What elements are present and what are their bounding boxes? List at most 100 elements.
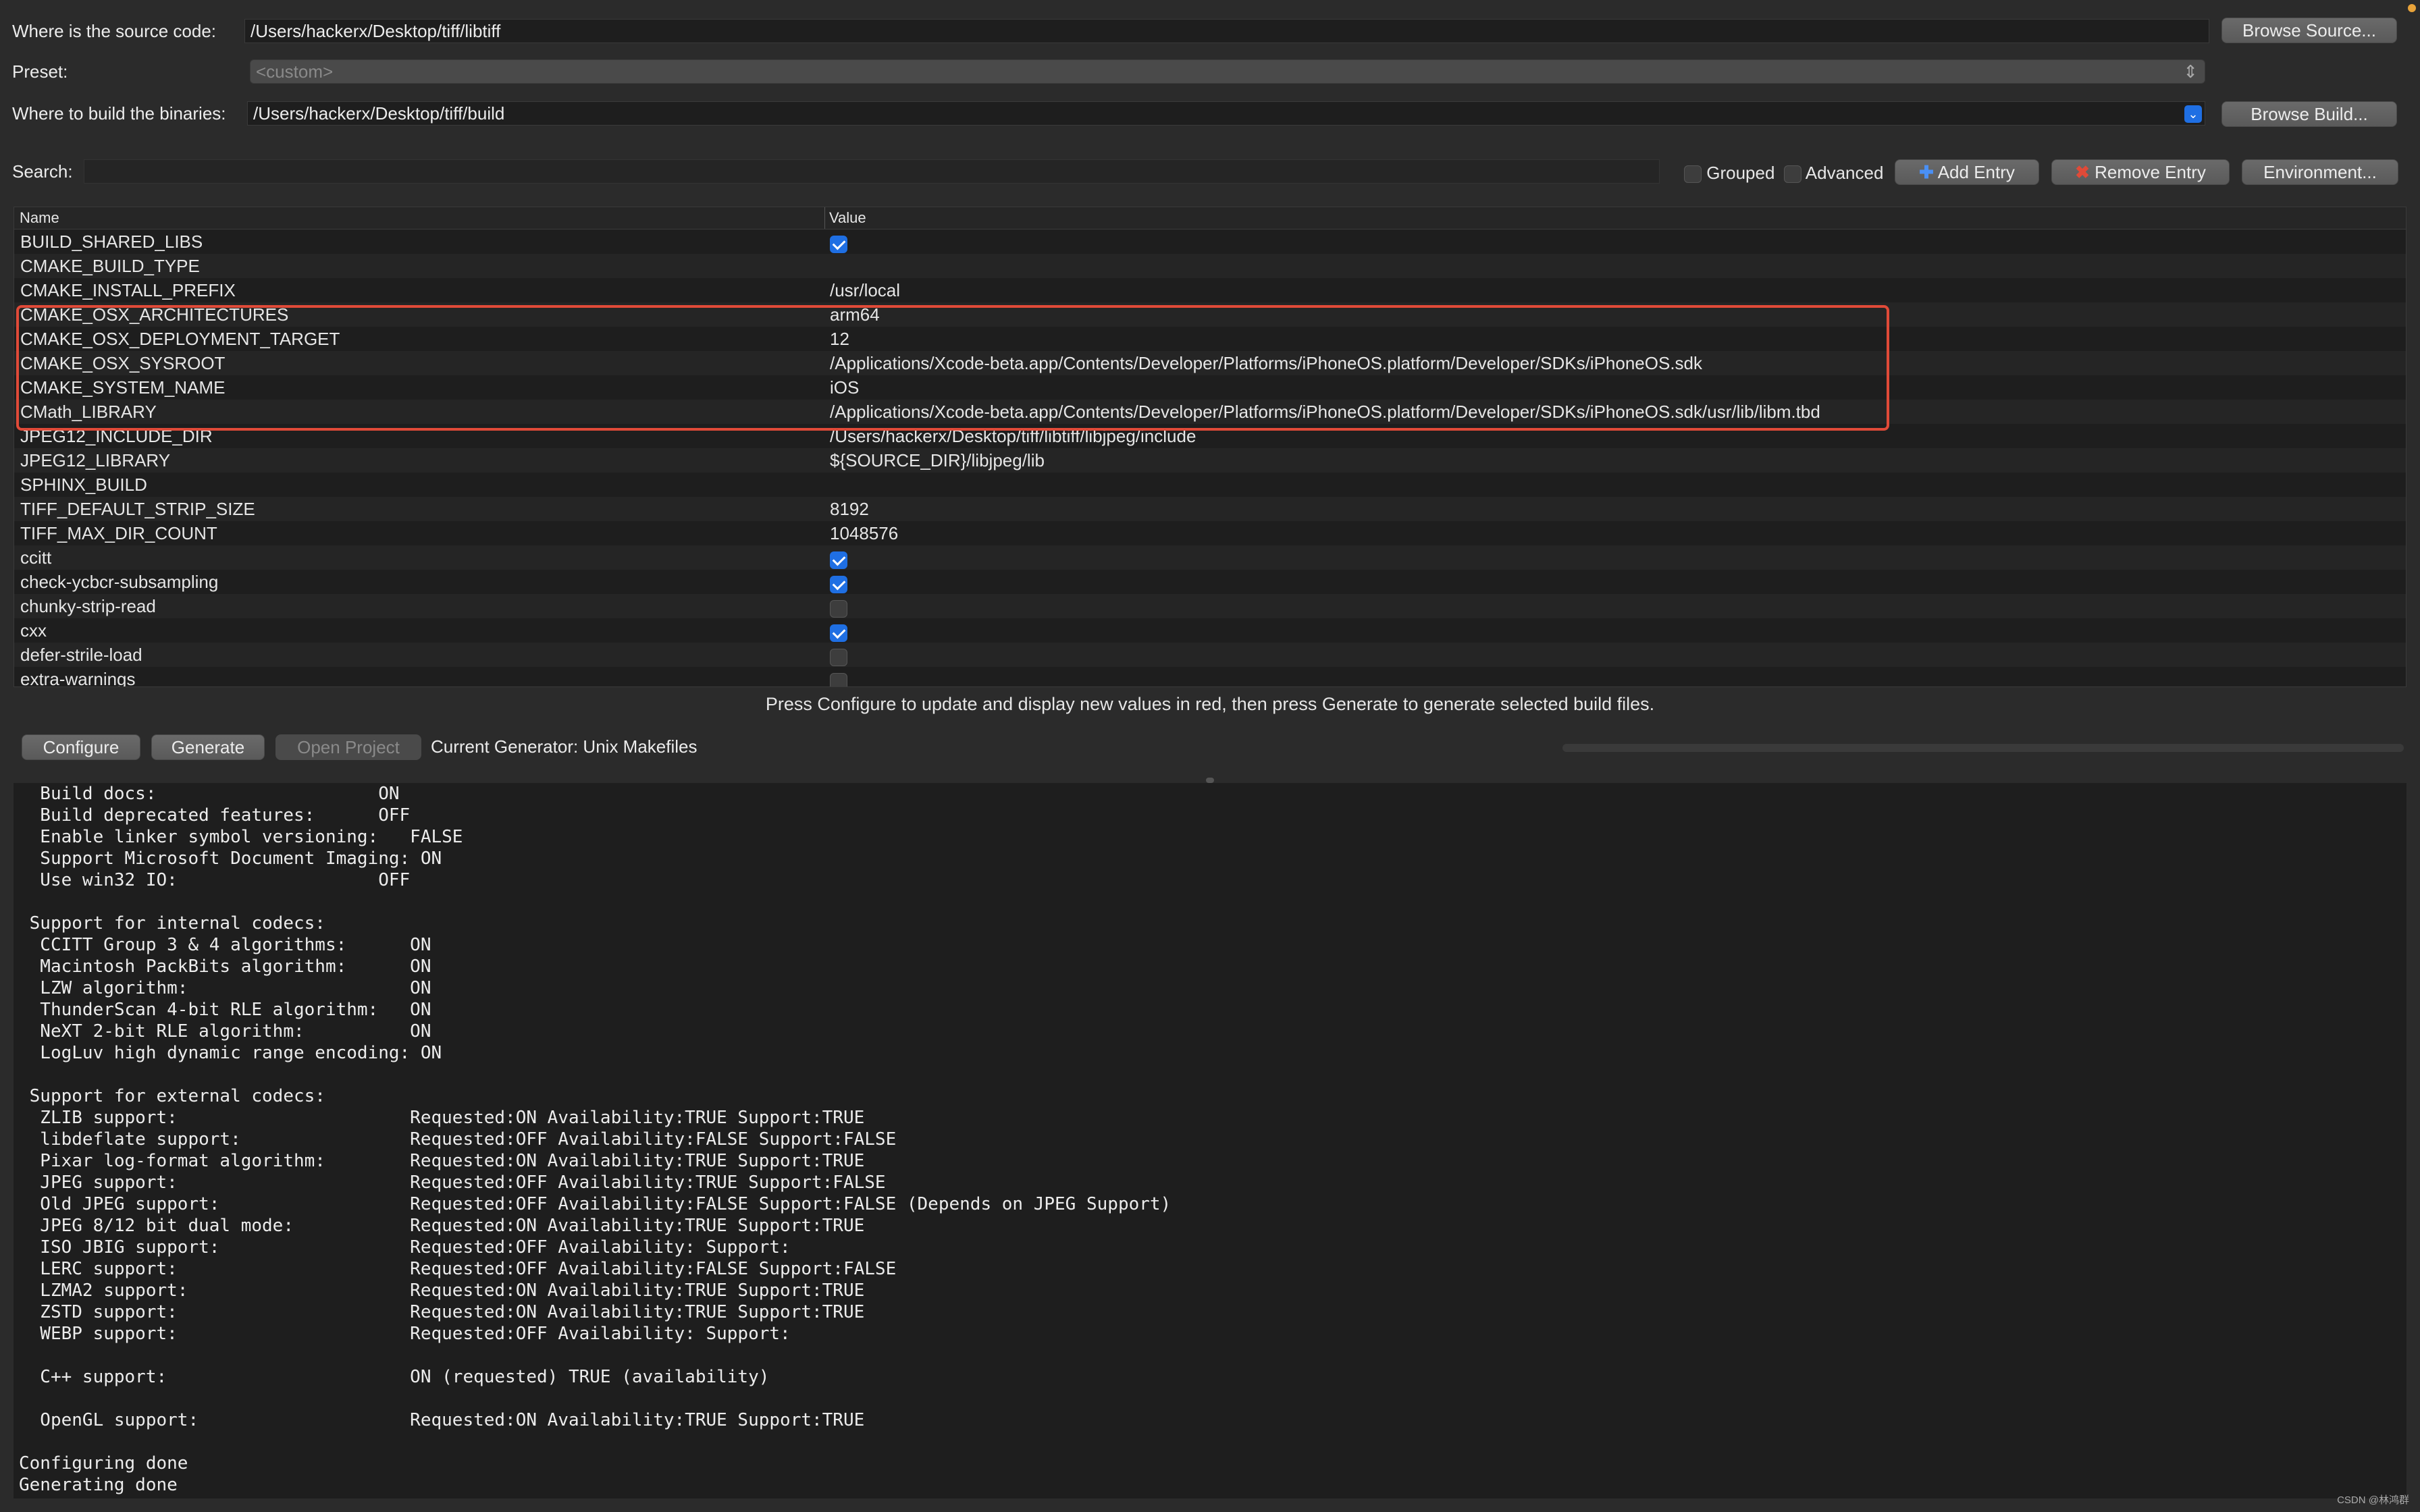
console-line: Use win32 IO: OFF — [19, 870, 411, 890]
chevron-down-icon[interactable]: ⌄ — [2184, 105, 2202, 123]
build-label: Where to build the binaries: — [12, 103, 226, 124]
table-row[interactable]: defer-strile-load — [14, 643, 2406, 667]
entry-checkbox[interactable] — [830, 643, 847, 667]
entry-checkbox[interactable] — [830, 594, 847, 618]
add-entry-button[interactable]: ✚ Add Entry — [1895, 159, 2039, 185]
entry-name: CMAKE_OSX_ARCHITECTURES — [20, 304, 289, 325]
browse-source-button[interactable]: Browse Source... — [2221, 18, 2397, 43]
column-header-name[interactable]: Name — [20, 207, 59, 229]
entry-name: ccitt — [20, 547, 52, 568]
checkbox-checked-icon[interactable] — [830, 551, 847, 570]
browse-build-button[interactable]: Browse Build... — [2221, 101, 2397, 127]
console-line: JPEG support: Requested:OFF Availability… — [19, 1172, 886, 1193]
watermark: CSDN @林鸿群 — [2337, 1494, 2409, 1506]
table-row[interactable]: CMAKE_OSX_DEPLOYMENT_TARGET 12 — [14, 327, 2406, 351]
table-row[interactable]: TIFF_MAX_DIR_COUNT 1048576 — [14, 521, 2406, 545]
console-line: C++ support: ON (requested) TRUE (availa… — [19, 1367, 770, 1387]
console-line: ISO JBIG support: Requested:OFF Availabi… — [19, 1237, 791, 1258]
console-line: Pixar log-format algorithm: Requested:ON… — [19, 1151, 865, 1171]
entry-name: CMath_LIBRARY — [20, 402, 157, 422]
preset-select[interactable]: <custom> ⇕ — [250, 59, 2205, 84]
console-line: LZW algorithm: ON — [19, 978, 431, 998]
entry-checkbox[interactable] — [830, 618, 847, 643]
checkbox-unchecked-icon[interactable] — [830, 600, 847, 618]
table-row[interactable]: check-ycbcr-subsampling — [14, 570, 2406, 594]
progress-bar — [1562, 744, 2404, 752]
checkbox-checked-icon[interactable] — [830, 236, 847, 254]
entry-name: CMAKE_SYSTEM_NAME — [20, 377, 226, 398]
table-row[interactable]: CMath_LIBRARY/Applications/Xcode-beta.ap… — [14, 400, 2406, 424]
source-path-input[interactable]: /Users/hackerx/Desktop/tiff/libtiff — [244, 19, 2209, 43]
search-input[interactable] — [84, 159, 1660, 184]
entry-value[interactable]: arm64 — [830, 302, 880, 327]
entry-checkbox[interactable] — [830, 230, 847, 254]
configure-button[interactable]: Configure — [22, 734, 140, 760]
table-row[interactable]: CMAKE_OSX_ARCHITECTURES arm64 — [14, 302, 2406, 327]
open-project-button[interactable]: Open Project — [275, 734, 421, 760]
remove-entry-label: Remove Entry — [2095, 162, 2206, 182]
checkbox-unchecked-icon[interactable] — [830, 649, 847, 667]
table-row[interactable]: ccitt — [14, 545, 2406, 570]
cache-entries-table[interactable]: Name Value BUILD_SHARED_LIBS CMAKE_BUILD_… — [14, 207, 2406, 687]
console-line: ThunderScan 4-bit RLE algorithm: ON — [19, 1000, 431, 1020]
grouped-checkbox-box[interactable] — [1684, 165, 1702, 184]
entry-value[interactable]: 8192 — [830, 497, 869, 521]
table-row[interactable]: TIFF_DEFAULT_STRIP_SIZE 8192 — [14, 497, 2406, 521]
entry-name: defer-strile-load — [20, 645, 142, 665]
grouped-label: Grouped — [1706, 163, 1775, 183]
splitter-handle[interactable] — [1206, 778, 1214, 783]
table-row[interactable]: CMAKE_BUILD_TYPE — [14, 254, 2406, 278]
entry-value[interactable]: /Users/hackerx/Desktop/tiff/libtiff/libj… — [830, 424, 1196, 448]
build-path-input[interactable]: /Users/hackerx/Desktop/tiff/build ⌄ — [247, 101, 2205, 126]
entry-value[interactable]: 12 — [830, 327, 849, 351]
entry-value[interactable]: /Applications/Xcode-beta.app/Contents/De… — [830, 351, 1702, 375]
advanced-checkbox-box[interactable] — [1784, 165, 1801, 184]
entry-name: CMAKE_OSX_SYSROOT — [20, 353, 226, 373]
entry-checkbox[interactable] — [830, 667, 847, 686]
entry-name: TIFF_DEFAULT_STRIP_SIZE — [20, 499, 255, 519]
column-header-value[interactable]: Value — [824, 207, 866, 229]
entry-value[interactable]: ${SOURCE_DIR}/libjpeg/lib — [830, 448, 1045, 473]
entry-value[interactable]: /Applications/Xcode-beta.app/Contents/De… — [830, 400, 1820, 424]
entry-name: CMAKE_BUILD_TYPE — [20, 256, 200, 276]
console-line: Enable linker symbol versioning: FALSE — [19, 827, 463, 847]
table-row[interactable]: chunky-strip-read — [14, 594, 2406, 618]
checkbox-unchecked-icon[interactable] — [830, 673, 847, 686]
table-row[interactable]: BUILD_SHARED_LIBS — [14, 230, 2406, 254]
table-row[interactable]: CMAKE_SYSTEM_NAME iOS — [14, 375, 2406, 400]
add-entry-label: Add Entry — [1937, 162, 2015, 182]
console-line: Support for external codecs: — [19, 1086, 325, 1106]
plus-icon: ✚ — [1919, 162, 1934, 182]
table-row[interactable]: SPHINX_BUILD — [14, 473, 2406, 497]
output-console[interactable]: Build docs: ON Build deprecated features… — [14, 783, 2406, 1498]
table-row[interactable]: JPEG12_LIBRARY ${SOURCE_DIR}/libjpeg/lib — [14, 448, 2406, 473]
console-line: WEBP support: Requested:OFF Availability… — [19, 1324, 791, 1344]
checkbox-checked-icon[interactable] — [830, 576, 847, 594]
entry-name: SPHINX_BUILD — [20, 475, 147, 495]
environment-button[interactable]: Environment... — [2242, 159, 2398, 185]
entry-value[interactable]: iOS — [830, 375, 859, 400]
entry-checkbox[interactable] — [830, 570, 847, 594]
console-line: libdeflate support: Requested:OFF Availa… — [19, 1129, 897, 1150]
table-row[interactable]: CMAKE_OSX_SYSROOT/Applications/Xcode-bet… — [14, 351, 2406, 375]
entry-checkbox[interactable] — [830, 545, 847, 570]
entry-value[interactable]: 1048576 — [830, 521, 898, 545]
table-row[interactable]: JPEG12_INCLUDE_DIR/Users/hackerx/Desktop… — [14, 424, 2406, 448]
table-row[interactable]: CMAKE_INSTALL_PREFIX/usr/local — [14, 278, 2406, 302]
entry-name: extra-warnings — [20, 669, 136, 687]
entry-name: TIFF_MAX_DIR_COUNT — [20, 523, 217, 543]
grouped-checkbox[interactable]: Grouped — [1684, 162, 1774, 184]
generate-button[interactable]: Generate — [151, 734, 265, 760]
console-line: Old JPEG support: Requested:OFF Availabi… — [19, 1194, 1172, 1214]
entry-value[interactable]: /usr/local — [830, 278, 900, 302]
checkbox-checked-icon[interactable] — [830, 624, 847, 643]
build-path-value: /Users/hackerx/Desktop/tiff/build — [253, 103, 505, 124]
table-row[interactable]: cxx — [14, 618, 2406, 643]
console-line: ZSTD support: Requested:ON Availability:… — [19, 1302, 865, 1322]
advanced-checkbox[interactable]: Advanced — [1784, 162, 1883, 184]
table-row[interactable]: extra-warnings — [14, 667, 2406, 687]
remove-entry-button[interactable]: ✖ Remove Entry — [2051, 159, 2230, 185]
